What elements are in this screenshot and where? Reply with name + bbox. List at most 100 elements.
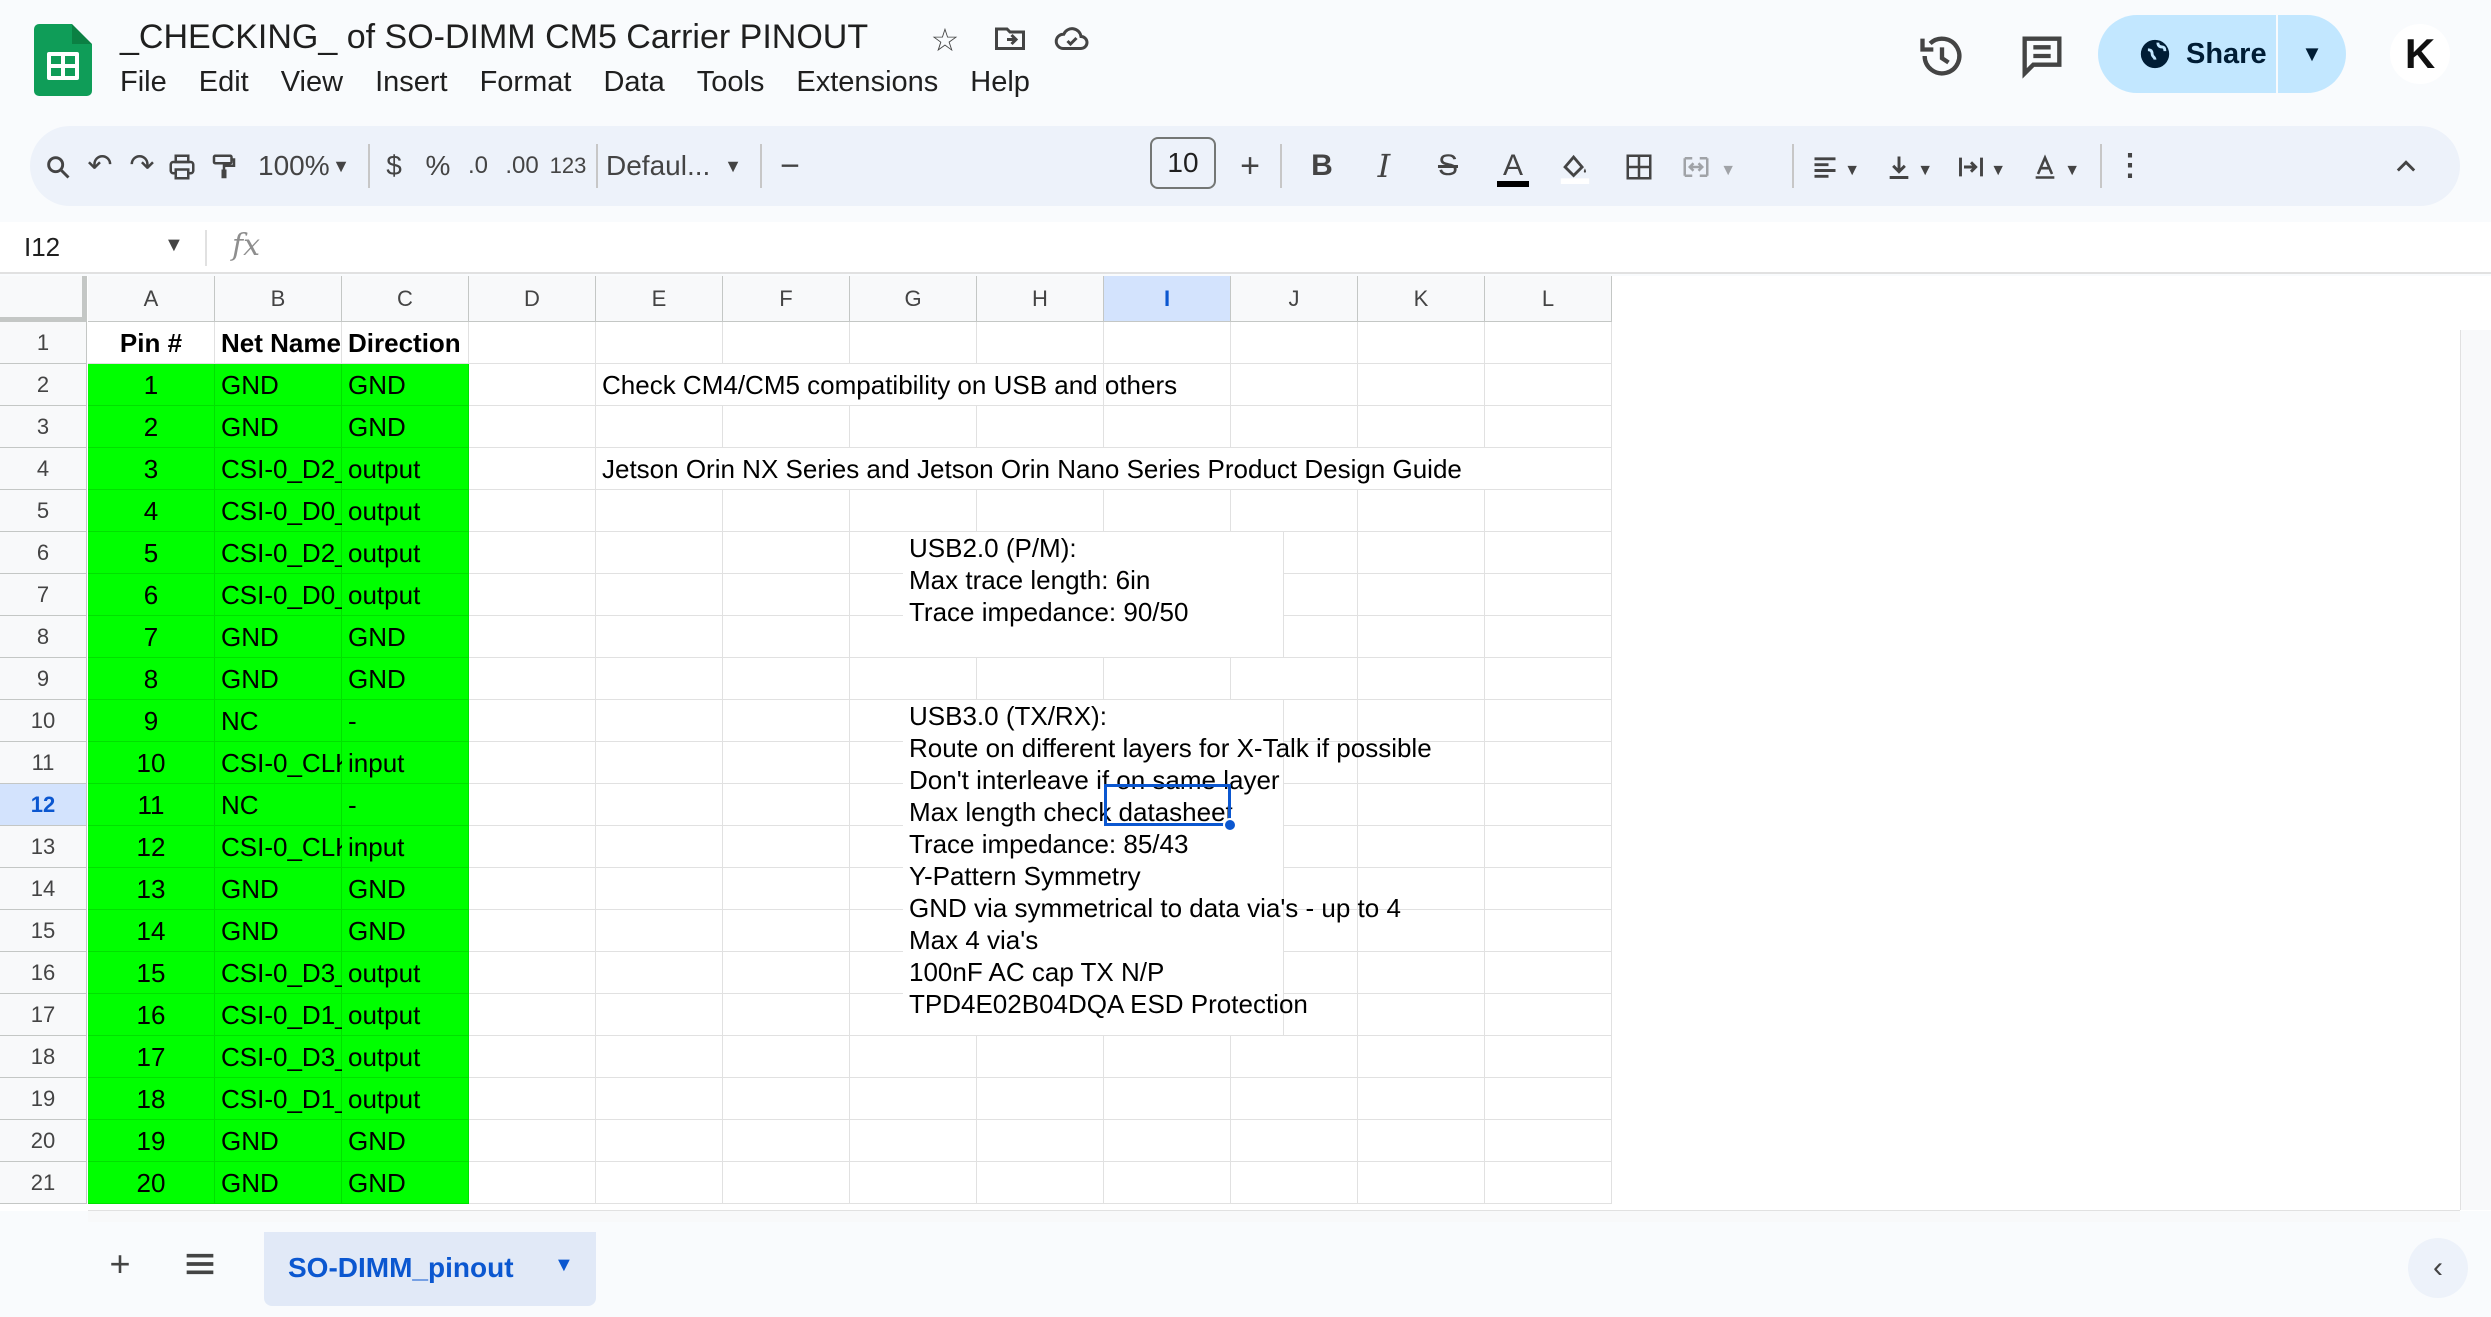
- menu-extensions[interactable]: Extensions: [796, 66, 938, 99]
- text-wrapping-icon[interactable]: ▼: [1946, 126, 2016, 206]
- cell[interactable]: [850, 1162, 977, 1204]
- row-header-12[interactable]: 12: [0, 784, 87, 826]
- net-name-cell[interactable]: CSI-0_D2_N: [215, 448, 368, 490]
- cell[interactable]: [596, 784, 723, 826]
- decrease-decimal-button[interactable]: .0: [456, 126, 500, 206]
- menu-tools[interactable]: Tools: [697, 66, 765, 99]
- row-header-6[interactable]: 6: [0, 532, 87, 574]
- row-header-10[interactable]: 10: [0, 700, 87, 742]
- cell[interactable]: [1358, 1120, 1485, 1162]
- pin-number-cell[interactable]: 3: [88, 448, 215, 490]
- side-panel-toggle-icon[interactable]: ‹: [2408, 1238, 2468, 1298]
- fill-handle[interactable]: [1223, 818, 1237, 832]
- cell[interactable]: [596, 532, 723, 574]
- search-menus-icon[interactable]: [36, 126, 80, 206]
- pin-number-cell[interactable]: 13: [88, 868, 215, 910]
- horizontal-align-icon[interactable]: ▼: [1800, 126, 1870, 206]
- cell[interactable]: [469, 658, 596, 700]
- cell[interactable]: [596, 994, 723, 1036]
- cell[interactable]: [1485, 448, 1612, 490]
- cell[interactable]: [1104, 1162, 1231, 1204]
- font-dropdown-icon[interactable]: ▼: [720, 126, 746, 206]
- pin-number-cell[interactable]: 14: [88, 910, 215, 952]
- increase-decimal-button[interactable]: .00: [498, 126, 546, 206]
- net-name-cell[interactable]: CSI-0_CLK_P: [215, 826, 384, 868]
- cell[interactable]: [723, 868, 850, 910]
- cell[interactable]: [1485, 1162, 1612, 1204]
- cell[interactable]: [596, 1120, 723, 1162]
- cell[interactable]: [596, 910, 723, 952]
- cell[interactable]: [1485, 1036, 1612, 1078]
- direction-cell[interactable]: GND: [342, 1162, 469, 1204]
- cell[interactable]: [1231, 1120, 1358, 1162]
- direction-cell[interactable]: GND: [342, 868, 469, 910]
- cell[interactable]: [850, 490, 977, 532]
- row-header-18[interactable]: 18: [0, 1036, 87, 1078]
- cell[interactable]: [1485, 868, 1612, 910]
- cell[interactable]: [977, 490, 1104, 532]
- menu-help[interactable]: Help: [970, 66, 1030, 99]
- row-header-17[interactable]: 17: [0, 994, 87, 1036]
- column-header-h[interactable]: H: [977, 276, 1104, 322]
- pin-number-cell[interactable]: 15: [88, 952, 215, 994]
- cell[interactable]: [1485, 784, 1612, 826]
- row-header-1[interactable]: 1: [0, 322, 87, 364]
- cell[interactable]: [723, 616, 850, 658]
- cell[interactable]: [596, 742, 723, 784]
- header-pin[interactable]: Pin #: [88, 322, 215, 364]
- cell[interactable]: [596, 616, 723, 658]
- cell[interactable]: [596, 952, 723, 994]
- cell[interactable]: [1358, 1078, 1485, 1120]
- cell[interactable]: [850, 658, 977, 700]
- cell[interactable]: [469, 322, 596, 364]
- net-name-cell[interactable]: CSI-0_D1_N: [215, 994, 368, 1036]
- cell[interactable]: [723, 1120, 850, 1162]
- account-avatar[interactable]: K: [2390, 24, 2450, 84]
- cell[interactable]: [596, 574, 723, 616]
- cell[interactable]: [469, 826, 596, 868]
- cell[interactable]: [723, 952, 850, 994]
- cell[interactable]: [1231, 490, 1358, 532]
- cell[interactable]: [596, 1162, 723, 1204]
- cell[interactable]: [1485, 364, 1612, 406]
- column-header-b[interactable]: B: [215, 276, 342, 322]
- cell[interactable]: [723, 406, 850, 448]
- increase-font-size-button[interactable]: +: [1228, 126, 1272, 206]
- name-box-dropdown-icon[interactable]: ▼: [164, 234, 184, 257]
- net-name-cell[interactable]: GND: [215, 910, 342, 952]
- cell[interactable]: [1231, 1078, 1358, 1120]
- direction-cell[interactable]: input: [342, 742, 469, 784]
- direction-cell[interactable]: output: [342, 952, 469, 994]
- move-to-folder-icon[interactable]: [990, 20, 1030, 60]
- share-button[interactable]: Share: [2098, 15, 2278, 93]
- cell[interactable]: [596, 1036, 723, 1078]
- cell[interactable]: [469, 1162, 596, 1204]
- net-name-cell[interactable]: NC: [215, 700, 342, 742]
- column-header-a[interactable]: A: [88, 276, 215, 322]
- header-direction[interactable]: Direction: [342, 322, 469, 364]
- cell[interactable]: [1485, 994, 1612, 1036]
- net-name-cell[interactable]: CSI-0_D1_P: [215, 1078, 367, 1120]
- undo-icon[interactable]: ↶: [78, 126, 122, 206]
- pin-number-cell[interactable]: 17: [88, 1036, 215, 1078]
- cell[interactable]: [469, 868, 596, 910]
- cell[interactable]: [469, 490, 596, 532]
- currency-format-button[interactable]: $: [374, 126, 414, 206]
- cell[interactable]: [723, 826, 850, 868]
- row-header-19[interactable]: 19: [0, 1078, 87, 1120]
- cell[interactable]: [1104, 322, 1231, 364]
- direction-cell[interactable]: output: [342, 532, 469, 574]
- sheet-tab-dropdown-icon[interactable]: ▼: [554, 1254, 574, 1277]
- note-cm4-compat[interactable]: Check CM4/CM5 compatibility on USB and o…: [596, 364, 1177, 406]
- pin-number-cell[interactable]: 8: [88, 658, 215, 700]
- direction-cell[interactable]: GND: [342, 658, 469, 700]
- cell[interactable]: [469, 364, 596, 406]
- direction-cell[interactable]: -: [342, 700, 469, 742]
- pin-number-cell[interactable]: 11: [88, 784, 215, 826]
- row-header-15[interactable]: 15: [0, 910, 87, 952]
- pin-number-cell[interactable]: 2: [88, 406, 215, 448]
- net-name-cell[interactable]: GND: [215, 868, 342, 910]
- comments-icon[interactable]: [2016, 30, 2068, 82]
- row-header-14[interactable]: 14: [0, 868, 87, 910]
- cell[interactable]: [469, 910, 596, 952]
